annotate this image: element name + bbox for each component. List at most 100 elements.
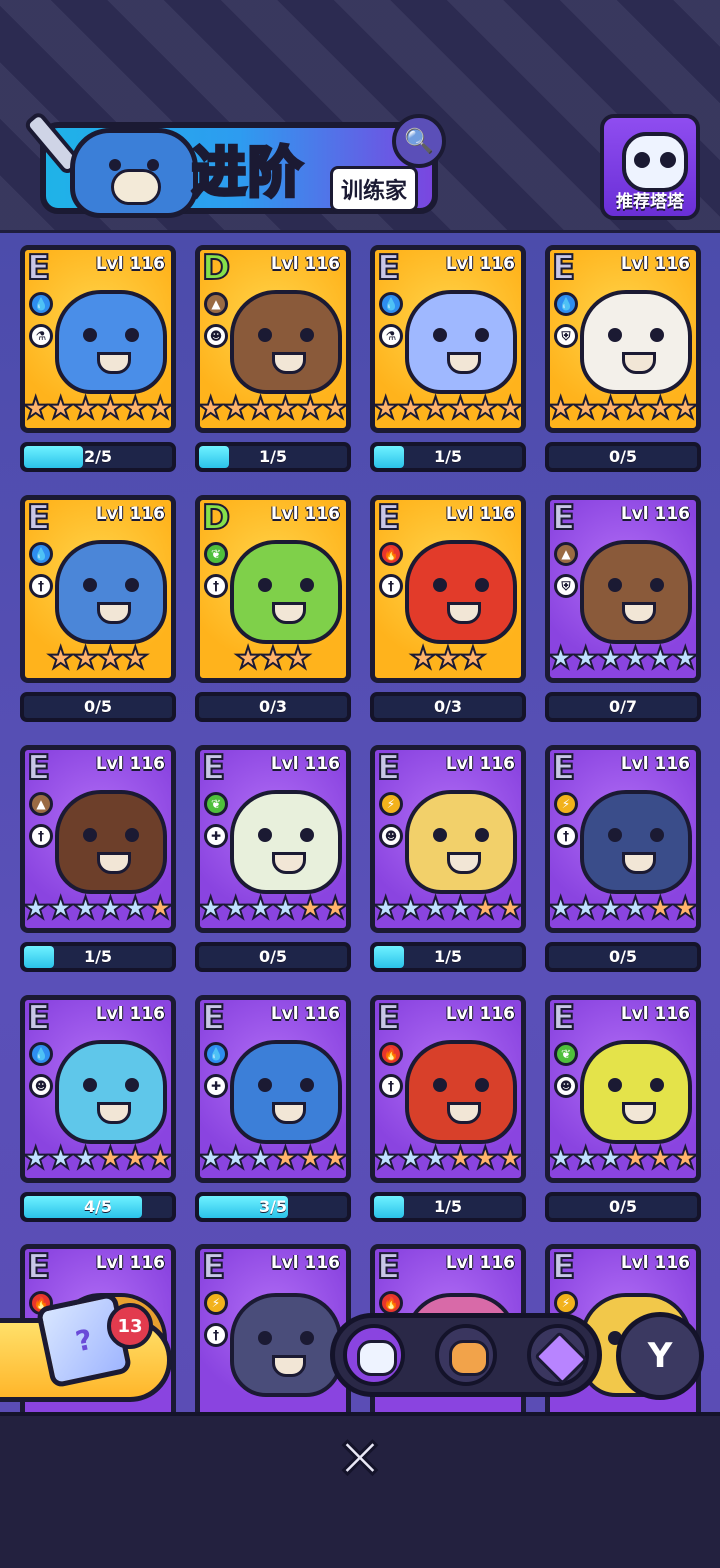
search-icon[interactable]: 🔍 <box>392 114 446 168</box>
progress-text: 0/5 <box>608 447 638 466</box>
progress-text: 1/5 <box>433 1197 463 1216</box>
category-tabs <box>330 1313 602 1397</box>
creature-card[interactable]: E Lvl 116 💧 ⚗ ★ ★ ★ ★ ★ ★ <box>20 245 176 433</box>
star-icon: ★ <box>22 891 50 927</box>
creature-card[interactable]: E Lvl 116 ❦ ☻ ★ ★ ★ ★ ★ ★ <box>545 995 701 1183</box>
creature-card[interactable]: E Lvl 116 💧 ✚ ★ ★ ★ ★ ★ ★ <box>195 995 351 1183</box>
gacha-box-button[interactable]: ? 13 <box>0 1291 172 1402</box>
star-rating: ★ ★ ★ ★ ★ ★ <box>22 891 174 927</box>
fire-element-icon: 🔥 <box>379 1042 403 1066</box>
card-level: Lvl 116 <box>95 1004 165 1024</box>
progress-text: 1/5 <box>433 447 463 466</box>
star-icon: ★ <box>146 891 174 927</box>
creature-card[interactable]: E Lvl 116 💧 ⛨ ★ ★ ★ ★ ★ ★ <box>545 245 701 433</box>
card-level: Lvl 116 <box>270 254 340 274</box>
creature-card[interactable]: E Lvl 116 💧 ⚗ ★ ★ ★ ★ ★ ★ <box>370 245 526 433</box>
star-rating: ★ ★ ★ ★ ★ ★ <box>375 391 524 427</box>
star-icon: ★ <box>296 1141 325 1177</box>
star-icon: ★ <box>396 1141 425 1177</box>
thunder-element-icon: ⚡ <box>554 792 578 816</box>
sword-role-icon: † <box>29 824 53 848</box>
card-progress-bar: 1/5 <box>370 942 526 972</box>
card-level: Lvl 116 <box>95 1253 165 1273</box>
ghost-role-icon: ☻ <box>204 324 228 348</box>
card-grade: E <box>376 748 401 789</box>
card-grade: E <box>376 998 401 1039</box>
tab-tata[interactable] <box>343 1324 405 1386</box>
creature-card[interactable]: E Lvl 116 ⚡ † ★ ★ ★ ★ ★ ★ <box>545 745 701 933</box>
water-element-icon: 💧 <box>29 542 53 566</box>
star-icon: ★ <box>571 391 600 427</box>
star-rating: ★ ★ ★ <box>200 641 346 677</box>
fire-element-icon: 🔥 <box>379 542 403 566</box>
star-icon: ★ <box>671 1141 699 1177</box>
star-icon: ★ <box>71 1141 100 1177</box>
card-progress-bar: 1/5 <box>20 942 176 972</box>
star-icon: ★ <box>146 1141 174 1177</box>
tab-star[interactable] <box>527 1324 589 1386</box>
star-rating: ★ ★ ★ ★ ★ ★ <box>375 891 521 927</box>
star-icon: ★ <box>221 391 250 427</box>
gacha-count-badge: 13 <box>107 1303 153 1349</box>
card-level: Lvl 116 <box>620 1253 690 1273</box>
star-icon: ★ <box>646 1141 675 1177</box>
creature-card[interactable]: E Lvl 116 🔥 † ★ ★ ★ ★ ★ ★ <box>370 995 526 1183</box>
ghost-role-icon: ☻ <box>29 1074 53 1098</box>
creature-card[interactable]: E Lvl 116 ⚡ † <box>195 1244 351 1412</box>
card-progress-bar: 0/5 <box>545 1192 701 1222</box>
grass-element-icon: ❦ <box>554 1042 578 1066</box>
sword-role-icon: † <box>554 824 578 848</box>
creature-card[interactable]: E Lvl 116 ❦ ✚ ★ ★ ★ ★ ★ ★ <box>195 745 351 933</box>
card-level: Lvl 116 <box>620 1004 690 1024</box>
star-rating: ★ ★ ★ ★ ★ ★ <box>200 391 346 427</box>
star-rating: ★ ★ ★ ★ ★ ★ <box>550 1141 699 1177</box>
water-element-icon: 💧 <box>379 292 403 316</box>
creature-card[interactable]: E Lvl 116 💧 ☻ ★ ★ ★ ★ ★ ★ <box>20 995 176 1183</box>
star-icon: ★ <box>321 891 349 927</box>
creature-portrait <box>230 1293 342 1397</box>
card-progress-bar: 0/5 <box>20 692 176 722</box>
card-level: Lvl 116 <box>445 504 515 524</box>
star-icon: ★ <box>46 1141 75 1177</box>
creature-card[interactable]: E Lvl 116 ▲ † ★ ★ ★ ★ ★ ★ <box>20 745 176 933</box>
star-icon: ★ <box>596 641 625 677</box>
creature-card[interactable]: E Lvl 116 💧 † ★ ★ ★ ★ <box>20 495 176 683</box>
thunder-element-icon: ⚡ <box>379 792 403 816</box>
sword-role-icon: † <box>204 1323 228 1347</box>
star-icon: ★ <box>234 641 263 677</box>
star-icon: ★ <box>621 641 650 677</box>
water-element-icon: 💧 <box>29 292 53 316</box>
card-grade: E <box>376 1247 401 1288</box>
creature-card[interactable]: E Lvl 116 ⚡ ☻ ★ ★ ★ ★ ★ ★ <box>370 745 526 933</box>
creature-card[interactable]: D Lvl 116 ❦ † ★ ★ ★ <box>195 495 351 683</box>
star-rating: ★ ★ ★ ★ ★ ★ <box>550 391 696 427</box>
creature-card[interactable]: E Lvl 116 ▲ ⛨ ★ ★ ★ ★ ★ ★ <box>545 495 701 683</box>
tab-bear[interactable] <box>435 1324 497 1386</box>
star-rating: ★ ★ ★ ★ <box>25 641 171 677</box>
star-icon: ★ <box>571 641 600 677</box>
star-icon: ★ <box>471 891 500 927</box>
creature-card[interactable]: E Lvl 116 🔥 † ★ ★ ★ <box>370 495 526 683</box>
star-icon: ★ <box>596 891 625 927</box>
star-icon: ★ <box>621 891 650 927</box>
star-icon: ★ <box>458 641 487 677</box>
recommend-label: 推荐塔塔 <box>616 192 684 212</box>
star-icon: ★ <box>271 891 300 927</box>
filter-button[interactable]: Y <box>616 1312 704 1400</box>
star-icon: ★ <box>71 641 100 677</box>
creature-card[interactable]: D Lvl 116 ▲ ☻ ★ ★ ★ ★ ★ ★ <box>195 245 351 433</box>
creature-portrait <box>405 540 517 644</box>
potion-role-icon: ⚗ <box>379 324 403 348</box>
close-button[interactable]: ✕ <box>330 1428 390 1491</box>
card-level: Lvl 116 <box>620 754 690 774</box>
card-level: Lvl 116 <box>270 1253 340 1273</box>
progress-text: 2/5 <box>83 447 113 466</box>
recommend-button[interactable]: 推荐塔塔 <box>600 114 700 220</box>
ghost-role-icon: ☻ <box>379 824 403 848</box>
star-icon: ★ <box>496 391 524 427</box>
card-progress-bar: 0/5 <box>545 942 701 972</box>
star-icon: ★ <box>372 1141 400 1177</box>
star-icon: ★ <box>471 391 500 427</box>
heal-role-icon: ✚ <box>204 824 228 848</box>
card-grade: E <box>201 748 226 789</box>
